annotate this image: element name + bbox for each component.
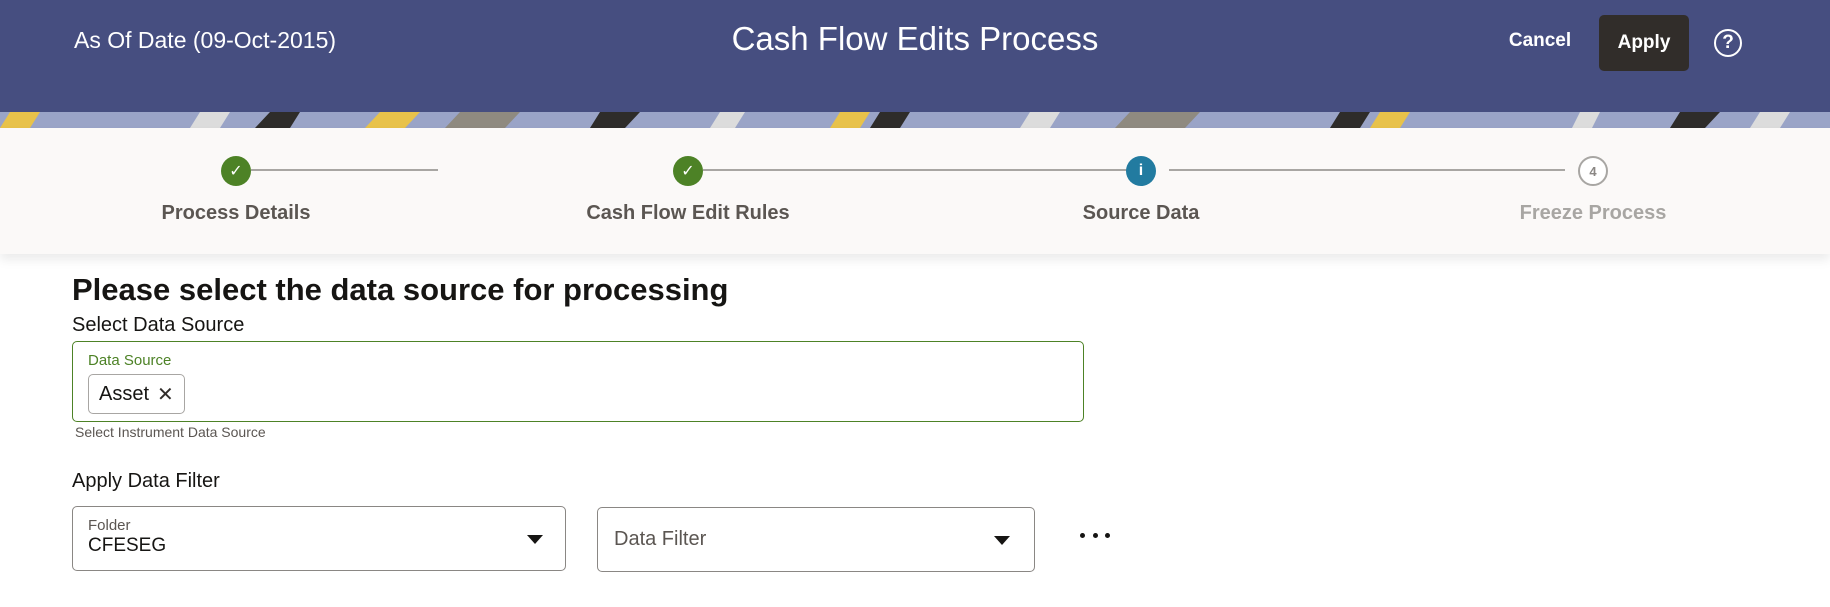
process-train: ✓ Process Details ✓ Cash Flow Edit Rules… <box>0 128 1830 254</box>
banner-pattern <box>0 112 1830 128</box>
checkmark-icon: ✓ <box>673 156 703 186</box>
data-source-helper-text: Select Instrument Data Source <box>75 424 266 440</box>
cancel-button[interactable]: Cancel <box>1498 28 1582 54</box>
train-connector <box>1169 169 1565 171</box>
select-data-source-label: Select Data Source <box>72 314 245 336</box>
chevron-down-icon <box>527 535 543 544</box>
ellipsis-dot <box>1092 532 1098 538</box>
folder-value: CFESEG <box>88 535 167 556</box>
train-connector <box>703 169 1130 171</box>
apply-data-filter-label: Apply Data Filter <box>72 470 220 492</box>
folder-select[interactable]: Folder CFESEG <box>72 506 566 571</box>
page-header: As Of Date (09-Oct-2015) Cash Flow Edits… <box>0 0 1830 112</box>
train-connector <box>251 169 438 171</box>
train-step-label: Cash Flow Edit Rules <box>586 202 790 224</box>
ellipsis-dot <box>1080 532 1085 538</box>
data-source-field-label: Data Source <box>88 352 172 369</box>
folder-field-label: Folder <box>88 517 131 534</box>
train-step-label: Process Details <box>161 202 311 224</box>
train-step-label: Freeze Process <box>1519 202 1667 224</box>
close-icon[interactable]: ✕ <box>157 382 174 407</box>
step-number-icon: 4 <box>1578 156 1608 186</box>
data-filter-placeholder: Data Filter <box>614 528 707 550</box>
checkmark-icon: ✓ <box>221 156 251 186</box>
help-glyph: ? <box>1722 32 1734 53</box>
chevron-down-icon <box>994 536 1010 545</box>
data-filter-select[interactable]: Data Filter <box>597 507 1035 572</box>
ellipsis-icon[interactable] <box>1080 524 1110 546</box>
info-icon: i <box>1126 156 1156 186</box>
help-circle-icon[interactable]: ? <box>1714 29 1742 57</box>
decorative-banner <box>0 112 1830 128</box>
train-step-label: Source Data <box>1082 202 1200 224</box>
data-source-chip: Asset ✕ <box>88 374 185 414</box>
section-heading: Please select the data source for proces… <box>72 272 729 307</box>
apply-button[interactable]: Apply <box>1599 15 1689 71</box>
ellipsis-dot <box>1105 532 1110 538</box>
chip-label: Asset <box>99 382 150 405</box>
data-source-field[interactable]: Data Source Asset ✕ <box>72 341 1084 422</box>
